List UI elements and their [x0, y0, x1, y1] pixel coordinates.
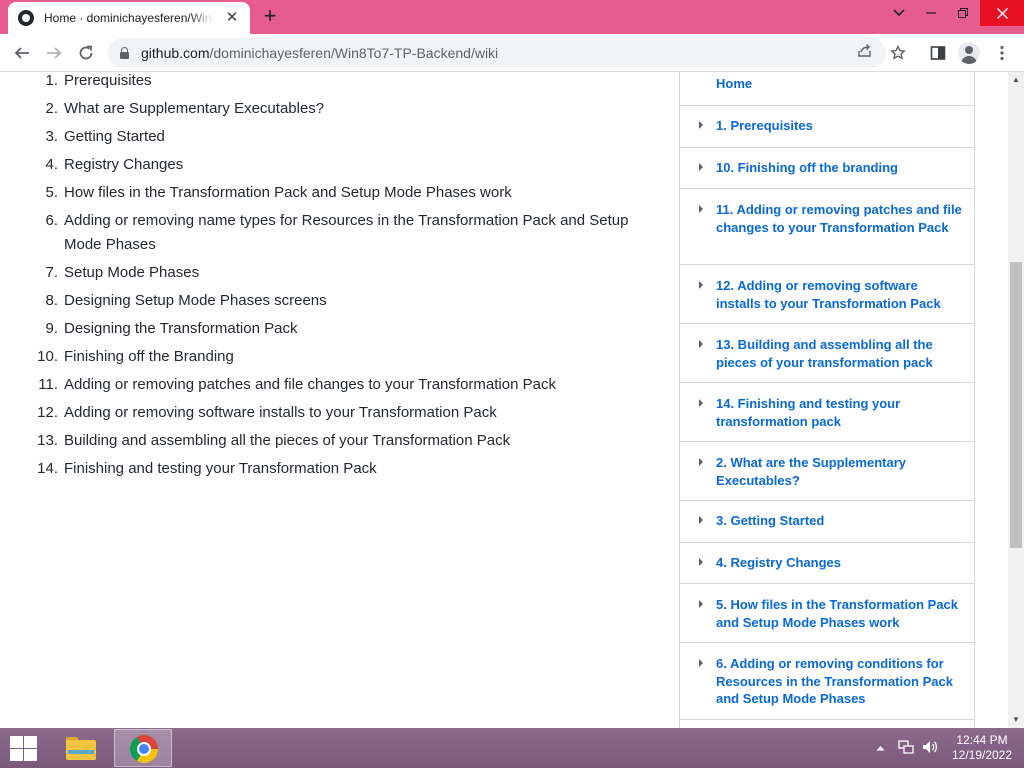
caret-right-icon[interactable] — [699, 281, 703, 289]
caret-right-icon[interactable] — [699, 659, 703, 667]
lock-icon[interactable] — [120, 46, 129, 59]
sidebar-page-item[interactable]: 11. Adding or removing patches and file … — [680, 188, 975, 264]
system-clock[interactable]: 12:44 PM 12/19/2022 — [944, 733, 1020, 763]
url-text: github.com/dominichayesferen/Win8To7-TP-… — [141, 45, 499, 61]
wiki-page-content: 1. Prerequisites 2. What are Supplementary… — [0, 72, 1008, 728]
caret-right-icon[interactable] — [699, 600, 703, 608]
sidebar-page-item[interactable]: 5. How files in the Transformation Pack … — [680, 583, 975, 642]
caret-right-icon[interactable] — [699, 558, 703, 566]
tab-search-chevron-icon[interactable] — [888, 0, 910, 26]
sidebar-page-item[interactable]: 10. Finishing off the branding — [680, 147, 975, 188]
browser-menu-icon[interactable] — [990, 41, 1014, 65]
sidebar-page-item[interactable]: 1. Prerequisites — [680, 105, 975, 147]
wiki-pages-sidebar: Home 1. Prerequisites 10. Finishing off … — [679, 72, 975, 728]
windows-taskbar: 12:44 PM 12/19/2022 — [0, 728, 1024, 768]
sidebar-page-item[interactable]: 3. Getting Started — [680, 500, 975, 542]
network-icon[interactable] — [898, 739, 914, 758]
caret-right-icon[interactable] — [699, 458, 703, 466]
caret-right-icon[interactable] — [699, 205, 703, 213]
scrollbar-thumb[interactable] — [1010, 262, 1022, 548]
caret-right-icon[interactable] — [699, 121, 703, 129]
share-icon[interactable] — [854, 43, 874, 63]
browser-tab-active[interactable]: Home · dominichayesferen/Win8To7-TP-Back… — [8, 2, 250, 34]
page-scrollbar[interactable]: ▲ ▼ — [1008, 72, 1024, 728]
sidebar-page-item[interactable]: 6. Adding or removing conditions for Res… — [680, 642, 975, 719]
scroll-up-arrow-icon[interactable]: ▲ — [1008, 72, 1024, 88]
divider — [680, 719, 975, 720]
bookmark-star-icon[interactable] — [886, 41, 910, 65]
new-tab-button[interactable]: + — [260, 5, 280, 27]
side-panel-icon[interactable] — [926, 41, 950, 65]
forward-arrow-icon[interactable] — [42, 41, 66, 65]
sidebar-page-item[interactable]: 14. Finishing and testing your transform… — [680, 382, 975, 441]
sidebar-page-item[interactable]: 4. Registry Changes — [680, 542, 975, 583]
close-window-button[interactable] — [980, 0, 1024, 26]
tab-title: Home · dominichayesferen/Win8To7-TP-Back… — [44, 11, 214, 25]
scroll-down-arrow-icon[interactable]: ▼ — [1008, 712, 1024, 728]
back-arrow-icon[interactable] — [10, 41, 34, 65]
sidebar-page-item[interactable]: 13. Building and assembling all the piec… — [680, 323, 975, 382]
address-bar[interactable]: github.com/dominichayesferen/Win8To7-TP-… — [108, 38, 886, 68]
clock-date: 12/19/2022 — [951, 748, 1013, 762]
file-explorer-icon[interactable] — [64, 734, 98, 762]
tab-close-icon[interactable]: ✕ — [224, 10, 240, 26]
sidebar-item-home[interactable]: Home — [716, 76, 752, 91]
caret-right-icon[interactable] — [699, 163, 703, 171]
chrome-taskbar-button[interactable] — [114, 729, 172, 767]
github-icon — [18, 10, 34, 26]
caret-right-icon[interactable] — [699, 516, 703, 524]
browser-toolbar: github.com/dominichayesferen/Win8To7-TP-… — [0, 34, 1024, 72]
sidebar-page-item[interactable]: 2. What are the Supplementary Executable… — [680, 441, 975, 500]
reload-icon[interactable] — [74, 41, 98, 65]
sidebar-page-item[interactable]: 12. Adding or removing software installs… — [680, 264, 975, 323]
windows-start-icon[interactable] — [8, 734, 38, 762]
caret-right-icon[interactable] — [699, 340, 703, 348]
show-hidden-icons-arrow-icon[interactable] — [876, 740, 885, 754]
caret-right-icon[interactable] — [699, 399, 703, 407]
browser-titlebar: Home · dominichayesferen/Win8To7-TP-Back… — [0, 0, 1024, 34]
restore-button[interactable] — [950, 0, 976, 26]
clock-time: 12:44 PM — [956, 733, 1008, 747]
volume-icon[interactable] — [921, 739, 939, 758]
minimize-button[interactable] — [918, 0, 944, 26]
profile-avatar-icon[interactable] — [958, 42, 980, 64]
chrome-icon — [130, 735, 158, 763]
